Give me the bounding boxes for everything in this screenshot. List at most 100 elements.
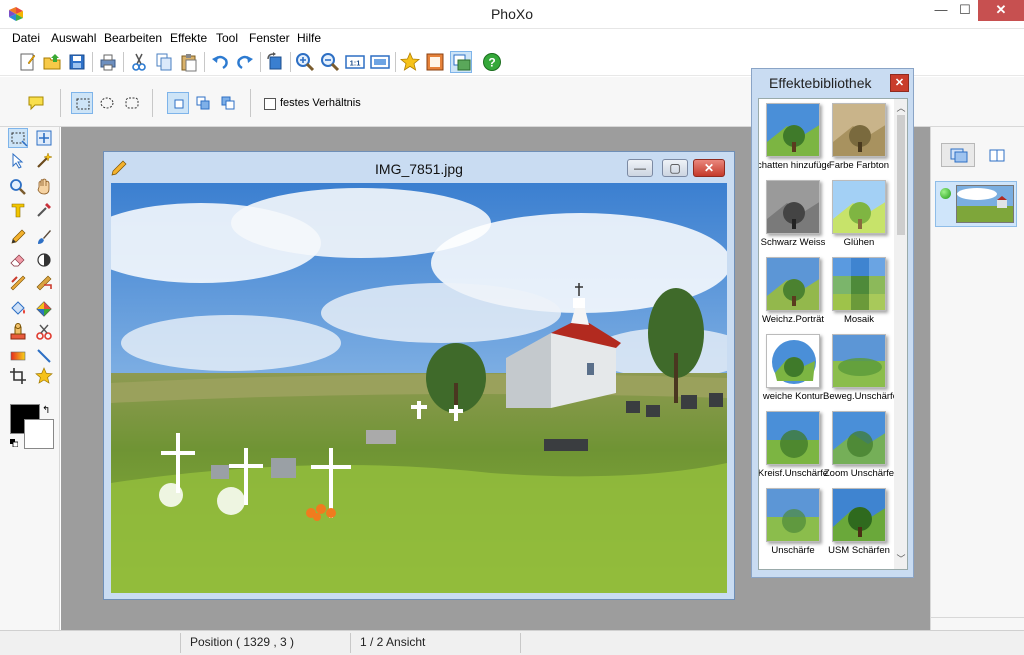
layer-item[interactable]	[935, 181, 1017, 227]
menu-bearbeiten[interactable]: Bearbeiten	[104, 31, 162, 45]
effect-drop-shadow[interactable]: chatten hinzufüge	[759, 99, 829, 175]
reset-colors-icon[interactable]	[10, 439, 18, 447]
lasso-tool[interactable]	[8, 151, 28, 171]
effects-library-close-button[interactable]: ✕	[890, 74, 909, 92]
effect-soft-portrait[interactable]: Weichz.Porträt	[759, 253, 827, 329]
help-button[interactable]: ?	[481, 51, 503, 73]
layer-book-button[interactable]	[979, 143, 1013, 167]
clone-tool[interactable]	[34, 273, 54, 293]
layer-stack-button[interactable]	[941, 143, 975, 167]
effect-hue-color[interactable]: Farbe Farbton	[825, 99, 893, 175]
image-close-button[interactable]: ✕	[693, 159, 725, 177]
add-selection-button[interactable]	[192, 92, 214, 114]
layers-toggle-button[interactable]	[450, 51, 472, 73]
eraser-tool[interactable]	[8, 250, 28, 270]
rotate-button[interactable]	[264, 51, 286, 73]
zoom-in-button[interactable]	[294, 51, 316, 73]
red-eye-tool[interactable]	[34, 322, 54, 342]
favorite-button[interactable]	[399, 51, 421, 73]
title-bar: PhoXo — ☐ ✕	[0, 0, 1024, 29]
layer-visible-icon[interactable]	[940, 188, 951, 199]
subtract-selection-button[interactable]	[217, 92, 239, 114]
effect-usm-sharpen[interactable]: USM Schärfen	[825, 484, 893, 560]
scroll-up-icon[interactable]: ︿	[894, 101, 907, 114]
menu-tool[interactable]: Tool	[216, 31, 238, 45]
new-button[interactable]	[16, 51, 38, 73]
undo-button[interactable]	[209, 51, 231, 73]
rect-select-mode-button[interactable]	[71, 92, 93, 114]
save-button[interactable]	[66, 51, 88, 73]
effect-blur[interactable]: Unschärfe	[759, 484, 827, 560]
effect-glow[interactable]: Glühen	[825, 176, 893, 252]
palette-icon	[36, 301, 52, 317]
image-minimize-button[interactable]: —	[627, 159, 653, 177]
smudge-tool[interactable]	[8, 273, 28, 293]
actual-size-icon: 1:1	[345, 55, 365, 69]
image-window-titlebar[interactable]: IMG_7851.jpg — ▢ ✕	[104, 152, 734, 182]
image-canvas[interactable]	[111, 183, 727, 593]
minimize-icon: —	[634, 161, 646, 175]
rect-select-icon	[76, 98, 90, 110]
rounded-select-mode-button[interactable]	[121, 92, 143, 114]
frame-button[interactable]	[424, 51, 446, 73]
gradient-tool[interactable]	[8, 346, 28, 366]
menu-hilfe[interactable]: Hilfe	[297, 31, 321, 45]
layers-panel	[930, 127, 1024, 630]
maximize-button[interactable]: ☐	[952, 0, 978, 21]
effect-mosaic[interactable]: Mosaik	[825, 253, 893, 329]
effect-motion-blur[interactable]: Beweg.Unschärfe	[823, 330, 895, 406]
effect-thumbnail	[832, 180, 886, 234]
effect-label: weiche Kontur	[762, 391, 824, 402]
swap-colors-icon[interactable]: ↰	[42, 405, 50, 416]
move-tool[interactable]	[34, 128, 54, 148]
effect-black-white[interactable]: Schwarz Weiss	[759, 176, 827, 252]
open-button[interactable]	[41, 51, 63, 73]
scrollbar-thumb[interactable]	[897, 115, 905, 235]
selection-hint-button[interactable]	[25, 92, 47, 114]
pencil-tool[interactable]	[8, 227, 28, 247]
effect-zoom-blur[interactable]: Zoom Unschärfe	[824, 407, 894, 483]
minimize-button[interactable]: —	[928, 0, 954, 21]
menu-fenster[interactable]: Fenster	[249, 31, 290, 45]
new-selection-button[interactable]	[167, 92, 189, 114]
text-tool[interactable]	[8, 200, 28, 220]
cut-button[interactable]	[128, 51, 150, 73]
eyedropper-tool[interactable]	[34, 200, 54, 220]
hand-tool[interactable]	[34, 177, 54, 197]
zoom-out-button[interactable]	[319, 51, 341, 73]
close-button[interactable]: ✕	[978, 0, 1024, 21]
brush-tool[interactable]	[34, 227, 54, 247]
stamp-tool[interactable]	[8, 322, 28, 342]
rect-select-tool[interactable]	[8, 128, 28, 148]
menu-datei[interactable]: Datei	[12, 31, 40, 45]
fit-window-button[interactable]	[369, 51, 391, 73]
keep-ratio-checkbox[interactable]	[264, 98, 276, 110]
effect-soft-edge[interactable]: weiche Kontur	[759, 330, 827, 406]
close-icon: ✕	[894, 77, 905, 89]
actual-size-button[interactable]: 1:1	[344, 51, 366, 73]
menu-effekte[interactable]: Effekte	[170, 31, 207, 45]
effect-radial-blur[interactable]: Kreisf.Unschärfe	[759, 407, 828, 483]
dodge-burn-tool[interactable]	[34, 250, 54, 270]
copy-button[interactable]	[153, 51, 175, 73]
ellipse-select-mode-button[interactable]	[96, 92, 118, 114]
paste-button[interactable]	[178, 51, 200, 73]
scroll-down-icon[interactable]: ﹀	[894, 552, 907, 565]
crop-tool[interactable]	[8, 366, 28, 386]
magic-wand-tool[interactable]	[34, 151, 54, 171]
shape-tool[interactable]	[34, 366, 54, 386]
image-maximize-button[interactable]: ▢	[662, 159, 688, 177]
background-color-swatch[interactable]	[24, 419, 54, 449]
color-replace-tool[interactable]	[34, 299, 54, 319]
print-button[interactable]	[97, 51, 119, 73]
menu-auswahl[interactable]: Auswahl	[51, 31, 96, 45]
contrast-icon	[37, 253, 51, 267]
line-tool[interactable]	[34, 346, 54, 366]
layers-panel-footer	[931, 617, 1024, 630]
redo-button[interactable]	[234, 51, 256, 73]
zoom-tool[interactable]	[8, 177, 28, 197]
fill-tool[interactable]	[8, 299, 28, 319]
svg-text:?: ?	[488, 56, 495, 70]
effects-scrollbar[interactable]: ︿ ﹀	[894, 99, 907, 569]
book-icon	[989, 149, 1005, 162]
